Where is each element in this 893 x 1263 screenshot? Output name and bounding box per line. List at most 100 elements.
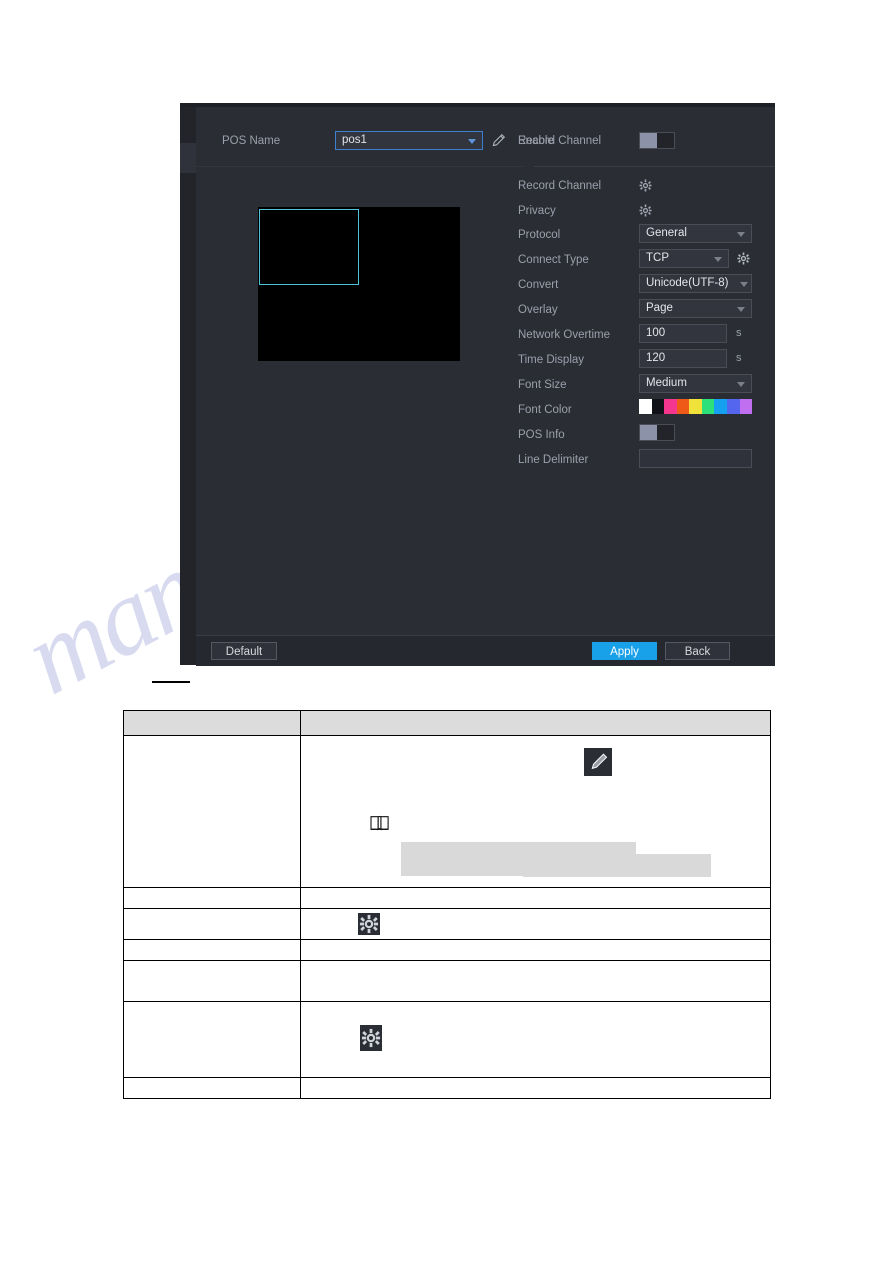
font-color-label: Font Color [518, 404, 572, 416]
font-size-value: Medium [646, 377, 687, 389]
table-cell-description [300, 1077, 771, 1099]
font-color-swatch-8[interactable] [739, 399, 753, 414]
table-row [123, 908, 771, 940]
time-display-unit: s [736, 352, 742, 364]
gear-icon [358, 913, 380, 935]
table-row [123, 960, 771, 1002]
protocol-label: Protocol [518, 229, 561, 241]
font-size-label: Font Size [518, 379, 567, 391]
line-delimiter-label: Line Delimiter [518, 454, 589, 466]
chevron-down-icon [740, 282, 748, 287]
gear-icon[interactable] [639, 179, 652, 192]
chevron-down-icon [737, 232, 745, 237]
network-overtime-value: 100 [646, 327, 666, 339]
table-row [123, 1001, 771, 1078]
privacy-label: Privacy [518, 205, 556, 217]
overlay-value: Page [646, 302, 673, 314]
table-row [123, 939, 771, 961]
table-row [123, 735, 771, 888]
table-cell-parameter [123, 735, 301, 888]
figure-caption-rule [152, 681, 190, 683]
table-cell-description [300, 887, 771, 909]
overlay-label: Overlay [518, 304, 558, 316]
redacted-text-block [523, 866, 711, 877]
table-cell-description [300, 960, 771, 1002]
time-display-input[interactable]: 120 [639, 349, 727, 368]
convert-select[interactable]: Unicode(UTF-8) [639, 274, 752, 293]
connect-type-value: TCP [646, 252, 669, 264]
table-cell-description [300, 735, 771, 888]
network-overtime-label: Network Overtime [518, 329, 611, 341]
pencil-icon [584, 748, 612, 776]
enable-label-text: Enable [518, 135, 554, 147]
preview-selection-box[interactable] [259, 209, 359, 285]
table-row [123, 1077, 771, 1099]
pos-name-label: POS Name [222, 135, 281, 147]
font-color-swatch-7[interactable] [726, 399, 740, 414]
line-delimiter-input[interactable] [639, 449, 752, 468]
convert-value: Unicode(UTF-8) [646, 277, 729, 289]
font-color-swatches[interactable] [639, 399, 753, 414]
table-cell-description [300, 939, 771, 961]
chevron-down-icon [737, 382, 745, 387]
table-cell-description [300, 1001, 771, 1078]
apply-button[interactable]: Apply [592, 642, 657, 660]
font-color-swatch-6[interactable] [714, 399, 727, 414]
font-color-swatch-4[interactable] [689, 399, 702, 414]
record-channel-label: Record Channel [518, 180, 602, 192]
book-note-icon [369, 814, 391, 832]
pos-name-select[interactable]: pos1 [335, 131, 483, 150]
convert-label: Convert [518, 279, 559, 291]
chevron-down-icon [468, 139, 476, 144]
time-display-label: Time Display [518, 354, 585, 366]
pos-info-toggle[interactable] [639, 424, 675, 441]
protocol-value: General [646, 227, 687, 239]
header-divider-right [534, 166, 775, 167]
chevron-down-icon [714, 257, 722, 262]
pos-configuration-dialog: POS Name pos1 Record Channel Enable Reco… [180, 103, 775, 666]
dialog-left-rail-highlight [180, 143, 196, 173]
header-divider-left [196, 166, 524, 167]
parameter-description-table [123, 710, 771, 1099]
dialog-body: POS Name pos1 Record Channel Enable Reco… [196, 107, 775, 635]
font-color-swatch-3[interactable] [676, 399, 690, 414]
gear-icon[interactable] [639, 204, 652, 217]
font-color-swatch-0[interactable] [639, 399, 652, 414]
gear-icon[interactable] [737, 252, 750, 265]
font-size-select[interactable]: Medium [639, 374, 752, 393]
font-color-swatch-2[interactable] [664, 399, 677, 414]
pos-name-value: pos1 [342, 134, 367, 146]
back-button[interactable]: Back [665, 642, 730, 660]
table-cell-parameter [123, 908, 301, 940]
table-cell-parameter [123, 939, 301, 961]
dialog-left-rail [180, 107, 196, 665]
connect-type-label: Connect Type [518, 254, 589, 266]
table-row [123, 887, 771, 909]
protocol-select[interactable]: General [639, 224, 752, 243]
pencil-icon[interactable] [491, 133, 506, 148]
chevron-down-icon [737, 307, 745, 312]
pos-info-label: POS Info [518, 429, 565, 441]
time-display-value: 120 [646, 352, 666, 364]
default-button[interactable]: Default [211, 642, 277, 660]
table-cell-parameter [123, 960, 301, 1002]
network-overtime-unit: s [736, 327, 742, 339]
table-header-cell-parameter [123, 710, 301, 736]
connect-type-select[interactable]: TCP [639, 249, 729, 268]
dialog-footer: Default Apply Back [196, 635, 775, 666]
table-cell-description [300, 908, 771, 940]
font-color-swatch-5[interactable] [701, 399, 715, 414]
table-header-cell-description [300, 710, 771, 736]
table-cell-parameter [123, 1077, 301, 1099]
page-root: manualshive.com POS Name pos1 Record [0, 0, 893, 1263]
table-cell-parameter [123, 887, 301, 909]
font-color-swatch-1[interactable] [651, 399, 665, 414]
network-overtime-input[interactable]: 100 [639, 324, 727, 343]
enable-toggle-knob [640, 133, 657, 148]
table-cell-parameter [123, 1001, 301, 1078]
gear-icon [360, 1025, 382, 1051]
table-header-row [123, 710, 771, 736]
overlay-select[interactable]: Page [639, 299, 752, 318]
enable-toggle[interactable] [639, 132, 675, 149]
pos-info-toggle-knob [640, 425, 657, 440]
